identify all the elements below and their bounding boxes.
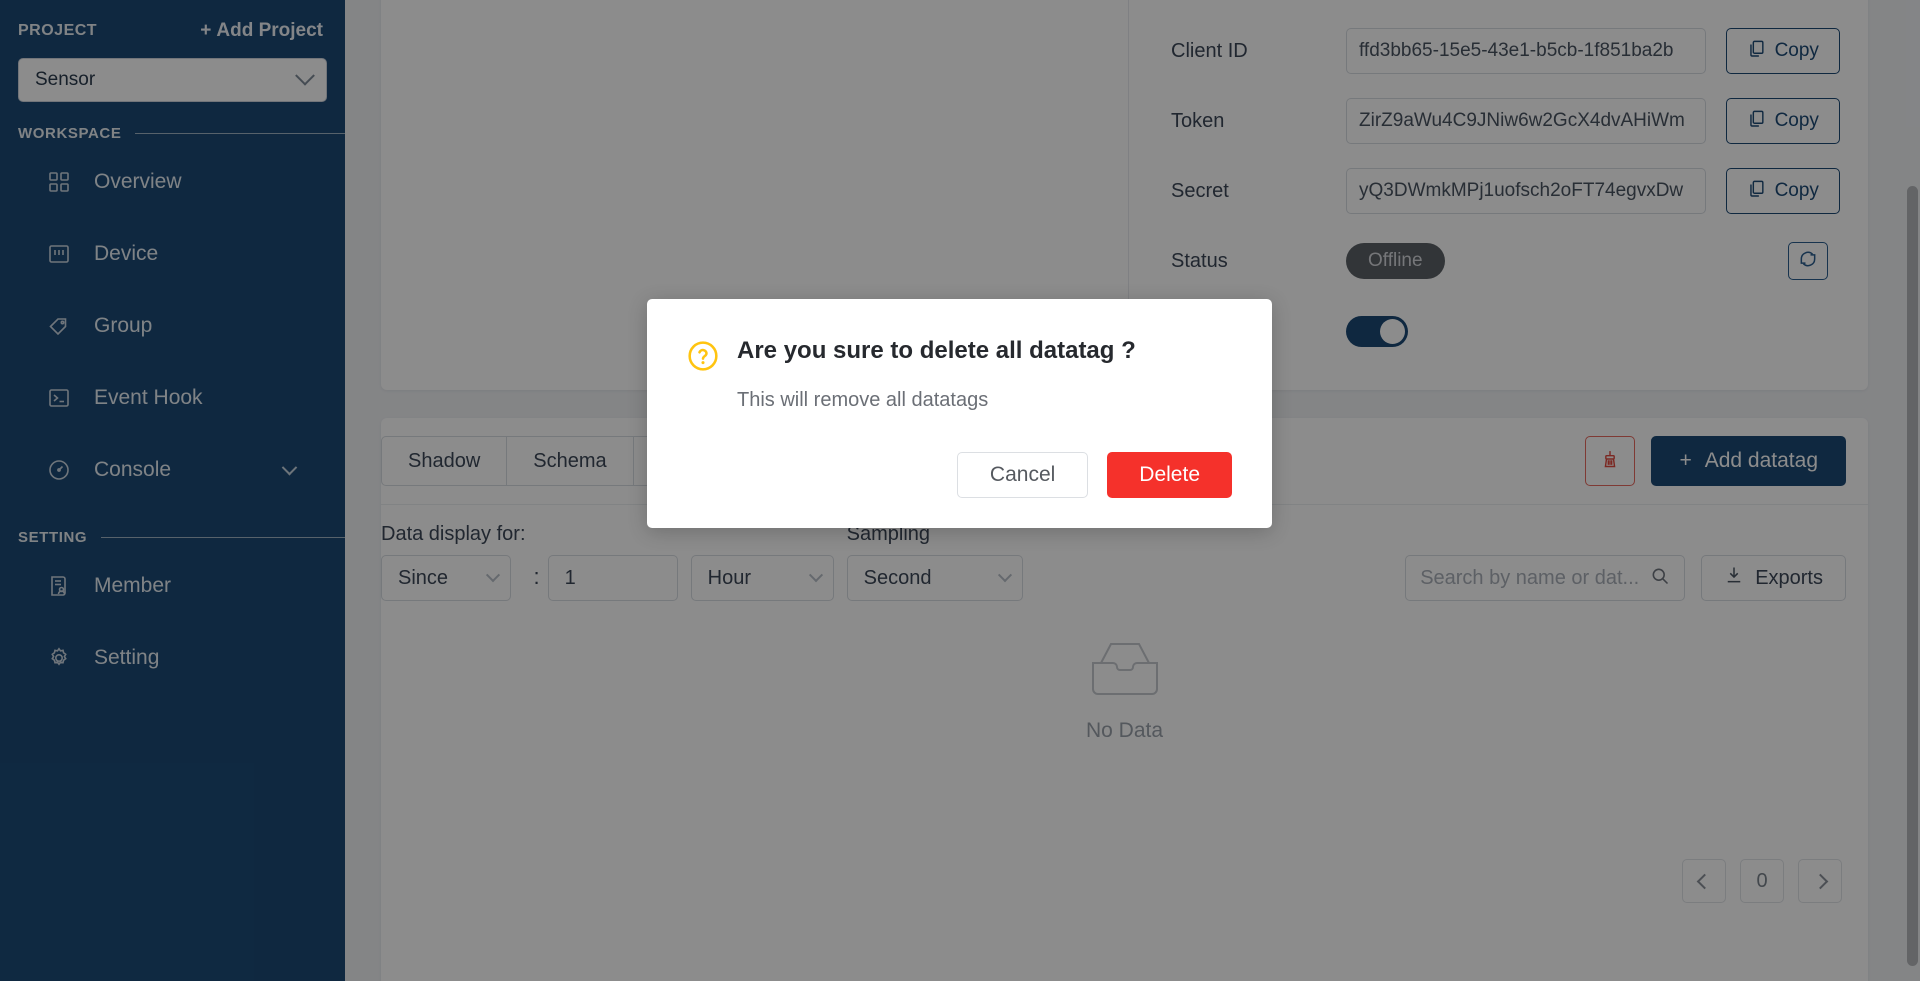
question-circle-icon bbox=[687, 340, 719, 372]
delete-button[interactable]: Delete bbox=[1107, 452, 1232, 498]
dialog-title: Are you sure to delete all datatag ? bbox=[737, 337, 1136, 364]
app-root: PROJECT + Add Project Sensor WORKSPACE Ov… bbox=[0, 0, 1920, 981]
dialog-header: Are you sure to delete all datatag ? bbox=[687, 337, 1232, 372]
dialog-actions: Cancel Delete bbox=[687, 452, 1232, 498]
dialog-subtitle: This will remove all datatags bbox=[737, 389, 989, 411]
cancel-button[interactable]: Cancel bbox=[956, 452, 1089, 498]
delete-confirm-dialog: Are you sure to delete all datatag ? Thi… bbox=[647, 299, 1272, 528]
